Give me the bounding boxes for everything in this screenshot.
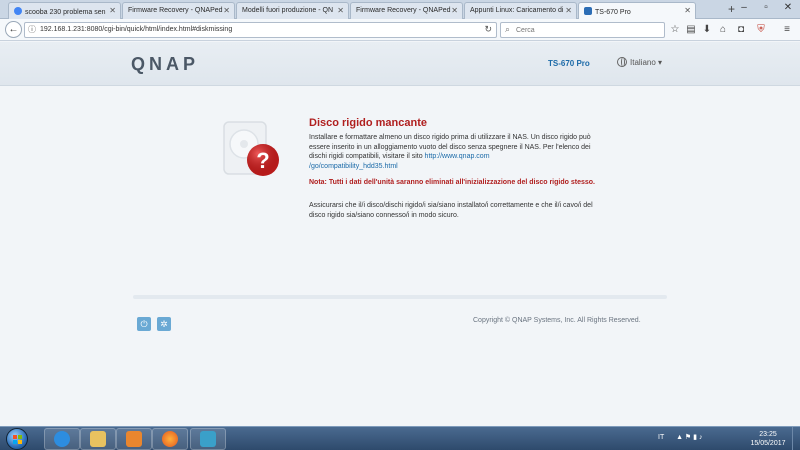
tab-label: scooba 230 problema sen — [25, 9, 106, 16]
close-icon[interactable]: ✕ — [684, 6, 691, 15]
back-arrow-icon[interactable]: ← — [5, 21, 22, 38]
internet-explorer-icon — [54, 431, 70, 447]
divider — [133, 295, 667, 299]
svg-text:?: ? — [256, 148, 269, 173]
tab-label: Modelli fuori produzione - QN — [242, 7, 334, 14]
close-icon[interactable]: ✕ — [337, 6, 344, 15]
clock[interactable]: 23:25 15/05/2017 — [748, 430, 788, 448]
browser-tab[interactable]: Firmware Recovery - QNAPed ✕ — [350, 2, 463, 19]
tab-label: TS-670 Pro — [595, 9, 631, 16]
pocket-icon[interactable]: ◘ — [734, 22, 748, 38]
language-selector[interactable]: Italiano ▾ — [617, 57, 662, 67]
browser-tab[interactable]: Firmware Recovery - QNAPed ✕ — [122, 2, 235, 19]
browser-navbar: ← ⓘ 192.168.1.231:8080/cgi-bin/quick/htm… — [0, 19, 800, 41]
tray-icons[interactable]: ▲ ⚑ ▮ ♪ — [676, 434, 702, 441]
taskbar-firefox[interactable] — [152, 428, 188, 450]
download-icon[interactable]: ⬇ — [700, 22, 714, 38]
close-icon[interactable]: ✕ — [109, 6, 116, 15]
media-player-icon — [126, 431, 142, 447]
model-name: TS-670 Pro — [548, 59, 590, 68]
qfinder-icon — [200, 431, 216, 447]
firefox-icon — [162, 431, 178, 447]
show-desktop-button[interactable] — [792, 427, 800, 450]
google-icon — [14, 7, 22, 15]
app-header: QNAP TS-670 Pro Italiano ▾ — [0, 42, 800, 86]
input-language[interactable]: IT — [658, 434, 664, 441]
clock-date: 15/05/2017 — [750, 440, 786, 447]
globe-icon — [617, 57, 627, 67]
language-label: Italiano — [630, 58, 656, 67]
search-icon: ⌕ — [505, 24, 511, 34]
taskbar-qfinder[interactable] — [190, 428, 226, 450]
reading-list-icon[interactable]: ▤ — [684, 22, 698, 38]
warning-text: Nota: Tutti i dati dell'unità saranno el… — [309, 179, 595, 186]
folder-icon — [90, 431, 106, 447]
start-button[interactable] — [6, 428, 28, 450]
menu-icon[interactable]: ≡ — [780, 22, 794, 38]
browser-tab[interactable]: Appunti Linux: Caricamento di ✕ — [464, 2, 577, 19]
maximize-icon[interactable]: ▫ — [755, 0, 777, 16]
settings-button[interactable]: ✲ — [157, 317, 171, 331]
minimize-icon[interactable]: ‒ — [733, 0, 755, 16]
browser-tab-strip: scooba 230 problema sen ✕ Firmware Recov… — [0, 0, 800, 20]
windows-taskbar: IT ▲ ⚑ ▮ ♪ 23:25 15/05/2017 — [0, 426, 800, 450]
address-bar[interactable]: ⓘ 192.168.1.231:8080/cgi-bin/quick/html/… — [24, 22, 497, 38]
system-tray: IT ▲ ⚑ ▮ ♪ — [658, 433, 702, 441]
tab-label: Firmware Recovery - QNAPed — [356, 7, 451, 14]
close-icon[interactable]: ✕ — [451, 6, 458, 15]
shield-icon[interactable]: ⛨ — [754, 22, 768, 38]
tab-label: Firmware Recovery - QNAPed — [128, 7, 223, 14]
taskbar-explorer[interactable] — [80, 428, 116, 450]
browser-tab[interactable]: scooba 230 problema sen ✕ — [8, 2, 121, 19]
info-icon[interactable]: ⓘ — [28, 24, 36, 35]
home-icon[interactable]: ⌂ — [716, 22, 730, 38]
qnap-logo: QNAP — [131, 54, 200, 74]
qnap-icon — [584, 7, 592, 15]
windows-logo-icon — [13, 435, 23, 445]
power-button[interactable]: ⏻ — [137, 317, 151, 331]
window-close-icon[interactable]: ✕ — [777, 0, 799, 16]
chevron-down-icon: ▾ — [658, 58, 663, 67]
taskbar-media[interactable] — [116, 428, 152, 450]
gear-icon: ✲ — [160, 319, 168, 329]
close-icon[interactable]: ✕ — [565, 6, 572, 15]
tab-label: Appunti Linux: Caricamento di — [470, 7, 564, 14]
page-title: Disco rigido mancante — [309, 117, 427, 129]
copyright-text: Copyright © QNAP Systems, Inc. All Right… — [473, 317, 641, 324]
clock-time: 23:25 — [759, 431, 777, 438]
reload-icon[interactable]: ↻ — [484, 24, 492, 35]
url-text: 192.168.1.231:8080/cgi-bin/quick/html/in… — [40, 26, 233, 33]
search-input[interactable] — [516, 25, 656, 36]
check-cables-text: Assicurarsi che il/i disco/dischi rigido… — [309, 202, 593, 219]
browser-tab[interactable]: Modelli fuori produzione - QN ✕ — [236, 2, 349, 19]
instructions-text: Installare e formattare almeno un disco … — [309, 133, 599, 171]
missing-disk-icon: ? — [222, 120, 282, 182]
taskbar-ie[interactable] — [44, 428, 80, 450]
browser-tab-active[interactable]: TS-670 Pro ✕ — [578, 2, 696, 20]
close-icon[interactable]: ✕ — [223, 6, 230, 15]
power-icon: ⏻ — [140, 319, 148, 329]
search-box[interactable]: ⌕ — [500, 22, 665, 38]
star-icon[interactable]: ☆ — [668, 22, 682, 38]
